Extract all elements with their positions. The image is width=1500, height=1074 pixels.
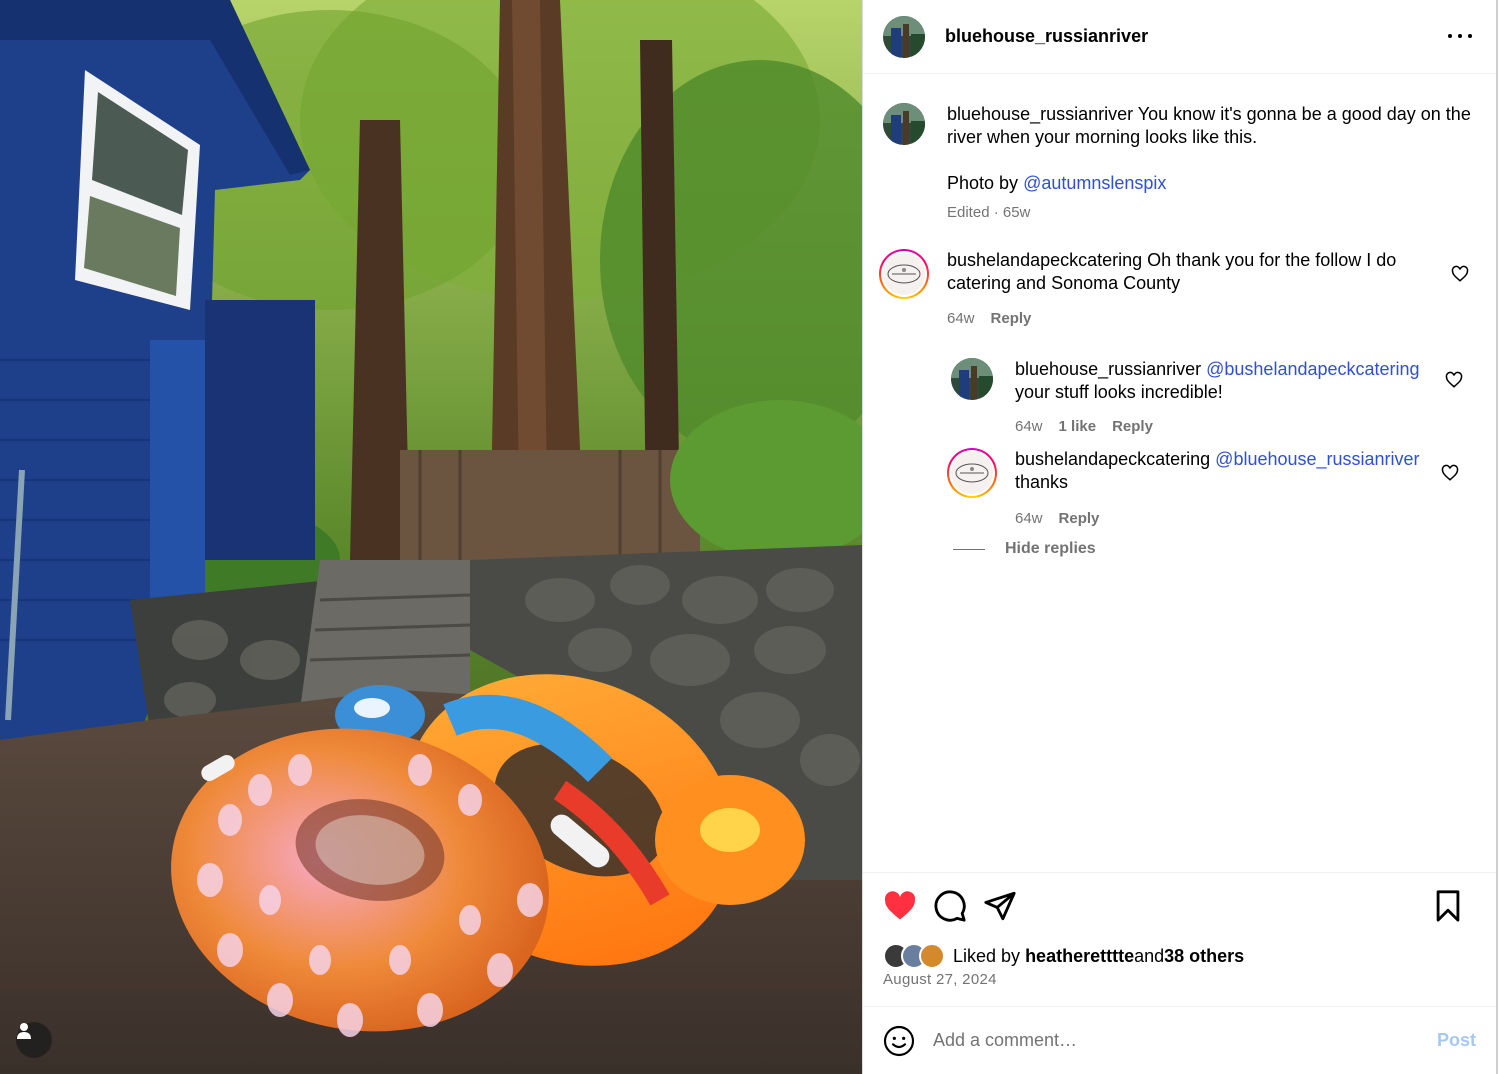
post-header: bluehouse_russianriver [863, 0, 1496, 74]
reply-body: bushelandapeckcatering @bluehouse_russia… [1015, 448, 1445, 494]
author-username[interactable]: bluehouse_russianriver [945, 26, 1148, 47]
reply-mention-link[interactable]: @bushelandapeckcatering [1206, 359, 1419, 379]
liker-avatars[interactable] [883, 943, 949, 969]
caption-avatar[interactable] [883, 103, 925, 145]
comment-item: bushelandapeckcatering Oh thank you for … [879, 249, 1469, 327]
post-photo[interactable] [0, 0, 862, 1074]
reply-meta: 64w Reply [1015, 510, 1099, 527]
post-date[interactable]: August 27, 2024 [883, 971, 997, 988]
first-liker-link[interactable]: heatheretttte [1025, 946, 1134, 967]
like-comment-icon[interactable] [1451, 265, 1469, 283]
photo-scene [0, 0, 862, 1074]
post-viewer: bluehouse_russianriver bluehouse_russian… [0, 0, 1500, 1074]
reply-text: thanks [1015, 472, 1069, 492]
like-comment-icon[interactable] [1441, 464, 1459, 482]
user-tag-button[interactable] [16, 1022, 52, 1058]
post-details-pane: bluehouse_russianriver bluehouse_russian… [862, 0, 1498, 1074]
caption-body: bluehouse_russianriver You know it's gon… [947, 103, 1477, 224]
photo-credit: Photo by @autumnslenspix [947, 172, 1477, 195]
reply-likes[interactable]: 1 like [1059, 418, 1097, 435]
likes-summary: Liked by heatheretttte and 38 others [883, 943, 1244, 969]
caption-meta: Edited · 65w [947, 204, 1031, 221]
likes-middle: and [1134, 945, 1165, 966]
comment-username[interactable]: bushelandapeckcatering [947, 250, 1142, 270]
reply-time: 64w [1015, 418, 1043, 435]
reply-username[interactable]: bluehouse_russianriver [1015, 359, 1201, 379]
action-icons-row [883, 889, 1467, 925]
comment-time: 64w [947, 310, 975, 327]
catering-logo [951, 452, 993, 494]
hide-replies-label: Hide replies [1005, 540, 1096, 557]
user-tag-icon [17, 1023, 31, 1039]
more-options-button[interactable] [1448, 24, 1472, 48]
credit-mention-link[interactable]: @autumnslenspix [1023, 173, 1166, 193]
hide-replies-button[interactable]: Hide replies [953, 540, 1096, 558]
credit-prefix: Photo by [947, 173, 1024, 193]
caption-username[interactable]: bluehouse_russianriver [947, 104, 1133, 124]
more-horizontal-icon [1448, 34, 1452, 38]
reply-time: 64w [1015, 510, 1043, 527]
author-avatar[interactable] [883, 15, 925, 58]
divider-line [953, 548, 985, 550]
liker-avatar [919, 943, 945, 969]
like-comment-icon[interactable] [1445, 371, 1463, 389]
reply-meta: 64w 1 like Reply [1015, 418, 1153, 435]
comment-input[interactable] [933, 1030, 1413, 1051]
bookmark-icon[interactable] [1431, 889, 1465, 923]
comment-meta: 64w Reply [947, 310, 1031, 327]
reply-button[interactable]: Reply [1112, 418, 1153, 435]
reply-item: bushelandapeckcatering @bluehouse_russia… [947, 448, 1471, 527]
post-actions: Liked by heatheretttte and 38 others Aug… [863, 872, 1496, 1006]
reply-username[interactable]: bushelandapeckcatering [1015, 449, 1210, 469]
comment-icon[interactable] [933, 889, 967, 923]
others-likes-link[interactable]: 38 others [1164, 946, 1244, 967]
reply-body: bluehouse_russianriver @bushelandapeckca… [1015, 358, 1445, 404]
share-icon[interactable] [983, 889, 1017, 923]
comments-list[interactable]: bluehouse_russianriver You know it's gon… [863, 75, 1496, 872]
heart-filled-icon[interactable] [883, 889, 917, 923]
comment-composer: Post [863, 1006, 1496, 1074]
commenter-avatar[interactable] [879, 249, 929, 299]
reply-button[interactable]: Reply [991, 310, 1032, 327]
reply-item: bluehouse_russianriver @bushelandapeckca… [951, 358, 1471, 435]
reply-mention-link[interactable]: @bluehouse_russianriver [1215, 449, 1419, 469]
reply-avatar[interactable] [951, 358, 993, 400]
likes-prefix: Liked by [953, 945, 1021, 966]
emoji-icon[interactable] [883, 1025, 915, 1057]
comment-body: bushelandapeckcatering Oh thank you for … [947, 249, 1427, 295]
catering-logo [883, 253, 925, 295]
post-comment-button[interactable]: Post [1437, 1030, 1476, 1051]
reply-button[interactable]: Reply [1059, 510, 1100, 527]
reply-text: your stuff looks incredible! [1015, 382, 1223, 402]
reply-avatar[interactable] [947, 448, 997, 498]
